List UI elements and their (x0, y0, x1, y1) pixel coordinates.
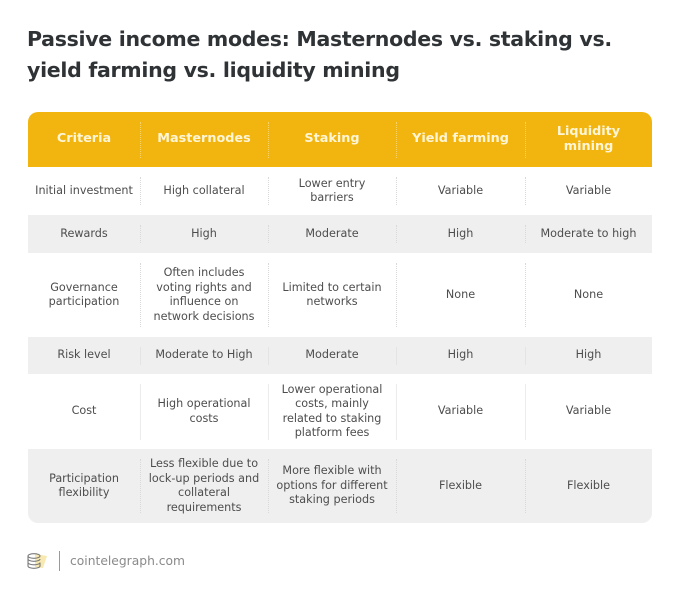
masternodes-cell: High (140, 215, 268, 253)
staking-cell: Limited to certain networks (268, 253, 396, 337)
table-row: Risk level Moderate to High Moderate Hig… (28, 337, 652, 374)
criteria-cell: Cost (71, 404, 97, 418)
liquidity-mining-cell: Flexible (525, 449, 652, 523)
header-criteria: Criteria (56, 131, 112, 147)
staking-cell: Lower operational costs, mainly related … (268, 374, 396, 449)
criteria-cell: Governance participation (48, 280, 120, 309)
staking-cell: Moderate (268, 215, 396, 253)
footer: cointelegraph.com (26, 551, 185, 571)
coin-stack-icon (26, 551, 48, 571)
table-row: Governance participation Often includes … (28, 253, 652, 337)
yield-farming-cell: Variable (396, 374, 525, 449)
header-yield-farming: Yield farming (396, 112, 525, 167)
liquidity-mining-cell: High (525, 337, 652, 374)
site-name: cointelegraph.com (70, 554, 186, 568)
yield-farming-cell: Flexible (396, 449, 525, 523)
footer-divider (59, 551, 60, 571)
table-row: Cost High operational costs Lower operat… (28, 374, 652, 449)
yield-farming-cell: High (396, 337, 525, 374)
yield-farming-cell: None (396, 253, 525, 337)
masternodes-cell: High collateral (140, 167, 268, 215)
table-row: Rewards High Moderate High Moderate to h… (28, 215, 652, 253)
criteria-cell: Participation flexibility (49, 471, 119, 500)
liquidity-mining-cell: Variable (525, 167, 652, 215)
header-staking: Staking (268, 112, 396, 167)
page-title: Passive income modes: Masternodes vs. st… (27, 27, 612, 82)
table-header-row: Criteria Masternodes Staking Yield farmi… (28, 112, 652, 167)
masternodes-cell: High operational costs (140, 374, 268, 449)
liquidity-mining-cell: Variable (525, 374, 652, 449)
masternodes-cell: Moderate to High (140, 337, 268, 374)
criteria-cell: Risk level (57, 348, 111, 362)
masternodes-cell: Often includes voting rights and influen… (140, 253, 268, 337)
yield-farming-cell: Variable (396, 167, 525, 215)
liquidity-mining-cell: None (525, 253, 652, 337)
staking-cell: Lower entry barriers (268, 167, 396, 215)
table-row: Participation flexibility Less flexible … (28, 449, 652, 523)
header-liquidity-mining: Liquidity mining (525, 112, 652, 167)
staking-cell: More flexible with options for different… (268, 449, 396, 523)
liquidity-mining-cell: Moderate to high (525, 215, 652, 253)
staking-cell: Moderate (268, 337, 396, 374)
comparison-table: Criteria Masternodes Staking Yield farmi… (28, 112, 652, 523)
header-masternodes: Masternodes (140, 112, 268, 167)
yield-farming-cell: High (396, 215, 525, 253)
masternodes-cell: Less flexible due to lock-up periods and… (140, 449, 268, 523)
criteria-cell: Initial investment (35, 183, 133, 197)
table-row: Initial investment High collateral Lower… (28, 167, 652, 215)
criteria-cell: Rewards (60, 226, 108, 240)
